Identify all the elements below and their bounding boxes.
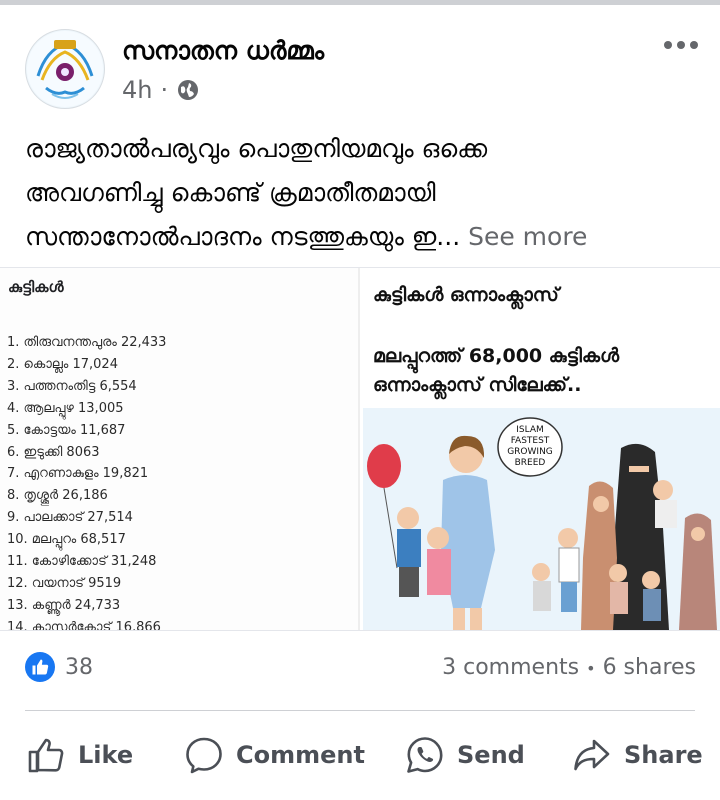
list-item: 11. കോഴിക്കോട് 31,248 — [7, 554, 157, 570]
page-avatar[interactable] — [25, 29, 105, 109]
more-options-button[interactable] — [660, 30, 702, 60]
comment-button[interactable]: Comment — [184, 730, 365, 780]
bubble-text: GROWING — [507, 447, 553, 457]
list-item: 3. പത്തനംതിട്ട 6,554 — [7, 378, 137, 394]
comment-share-counts: 3 comments • 6 shares — [442, 655, 696, 680]
list-item: 5. കോട്ടയം 11,687 — [7, 422, 126, 438]
shares-count-link[interactable]: 6 shares — [603, 655, 696, 680]
post-text-line: അവഗണിച്ചു കൊണ്ട് ക്രമാതീതമായി — [25, 178, 436, 207]
list-item: 12. വയനാട് 9519 — [7, 575, 122, 591]
bubble-text: FASTEST — [511, 436, 550, 446]
list-item: 8. തൃശ്ശൂർ 26,186 — [7, 488, 108, 504]
top-divider — [0, 0, 720, 5]
action-bar: Like Comment Send Share — [0, 730, 720, 780]
like-reaction-icon[interactable] — [25, 652, 55, 682]
list-item: 13. കണ്ണൂർ 24,733 — [7, 597, 121, 613]
counts-separator: • — [586, 659, 596, 678]
list-item: 1. തിരുവനന്തപുരം 22,433 — [7, 335, 167, 350]
news-title: കുട്ടികൾ ഒന്നാംക്ലാസ് — [373, 284, 559, 306]
page-name[interactable]: സനാതന ധർമ്മം — [122, 36, 324, 66]
like-label: Like — [78, 741, 134, 769]
bubble-text: ISLAM — [516, 425, 544, 435]
reaction-count[interactable]: 38 — [65, 655, 93, 680]
like-button[interactable]: Like — [26, 730, 133, 780]
post-text-line: രാജ്യതാൽപര്യവും പൊതുനിയമവും ഒക്കെ — [25, 134, 488, 163]
globe-icon[interactable] — [176, 78, 200, 102]
post-meta: 4h · — [122, 76, 200, 104]
list-item: 10. മലപ്പുറം 68,517 — [7, 532, 126, 548]
list-item: 9. പാലക്കാട് 27,514 — [7, 510, 133, 526]
district-list: 1. തിരുവനന്തപുരം 22,433 2. കൊല്ലം 17,024… — [7, 332, 167, 631]
meta-dot: · — [160, 76, 169, 104]
district-list-panel: കുട്ടികൾ 1. തിരുവനന്തപുരം 22,433 2. കൊല്… — [0, 268, 358, 630]
list-item: 6. ഇടുക്കി 8063 — [7, 444, 100, 460]
thumbs-up-icon — [32, 659, 49, 675]
post-text: രാജ്യതാൽപര്യവും പൊതുനിയമവും ഒക്കെ അവഗണിച… — [25, 127, 705, 259]
comment-icon — [186, 737, 222, 774]
list-item: 7. എറണാകുളം 19,821 — [7, 466, 149, 482]
list-item: 14. കാസർകോട് 16,866 — [7, 619, 161, 631]
page-logo-icon — [27, 31, 103, 107]
send-label: Send — [457, 741, 525, 769]
news-panel: കുട്ടികൾ ഒന്നാംക്ലാസ് മലപ്പുറത്ത് 68,000… — [360, 268, 720, 630]
list-item: 4. ആലപ്പുഴ 13,005 — [7, 400, 124, 416]
news-subtitle-line: മലപ്പുറത്ത് 68,000 കുട്ടികൾ — [373, 345, 620, 367]
share-button[interactable]: Share — [572, 730, 703, 780]
share-arrow-icon — [574, 739, 610, 771]
comment-label: Comment — [236, 741, 365, 769]
more-dots-icon — [664, 41, 698, 49]
list-item: 2. കൊല്ലം 17,024 — [7, 356, 118, 372]
like-icon — [28, 738, 64, 773]
post-image[interactable]: കുട്ടികൾ 1. തിരുവനന്തപുരം 22,433 2. കൊല്… — [0, 267, 720, 631]
news-subtitle: മലപ്പുറത്ത് 68,000 കുട്ടികൾ ഒന്നാംക്ലാസ്… — [373, 342, 619, 400]
see-more-link[interactable]: See more — [468, 222, 587, 251]
list-heading: കുട്ടികൾ — [8, 278, 64, 296]
post-text-truncated: സന്താനോൽപാദനം നടത്തുകയും ഇ... — [25, 222, 461, 251]
actions-divider — [25, 710, 695, 711]
engagement-bar: 38 3 comments • 6 shares — [0, 650, 720, 690]
cartoon-illustration: ISLAM FASTEST GROWING BREED — [363, 408, 720, 630]
comments-count-link[interactable]: 3 comments — [442, 655, 579, 680]
whatsapp-send-icon — [407, 737, 443, 773]
news-subtitle-line: ഒന്നാംക്ലാസ് സിലേക്ക്.. — [373, 374, 582, 396]
share-label: Share — [624, 741, 703, 769]
post-time[interactable]: 4h — [122, 76, 152, 104]
send-button[interactable]: Send — [405, 730, 525, 780]
balloon-icon — [367, 444, 401, 488]
post-text-line: സന്താനോൽപാദനം നടത്തുകയും ഇ... See more — [25, 215, 705, 259]
bubble-text: BREED — [515, 458, 546, 468]
